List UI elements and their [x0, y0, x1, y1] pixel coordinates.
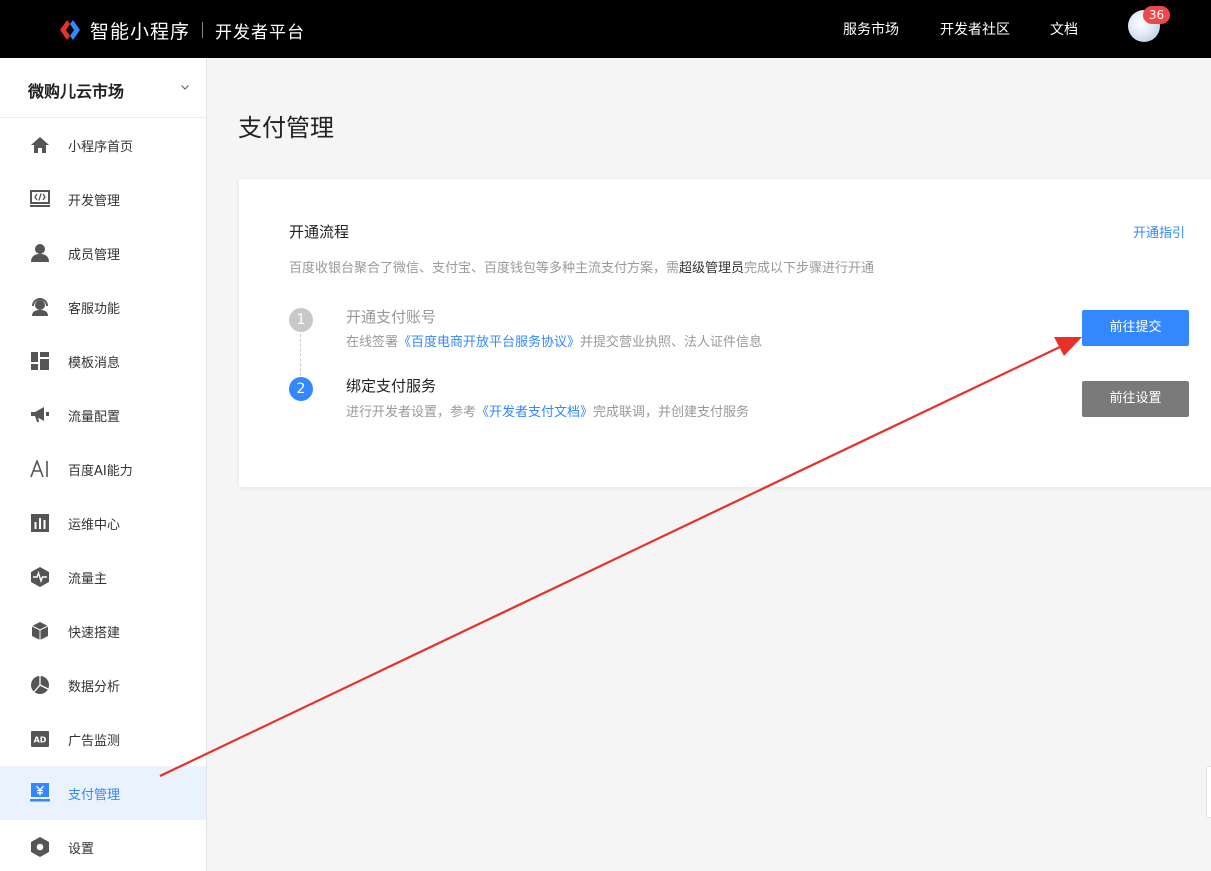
megaphone-icon [30, 405, 50, 425]
sidebar-item-label: 客服功能 [68, 302, 121, 317]
sidebar-item-baidu-ai[interactable]: 百度AI能力 [0, 442, 206, 496]
go-settings-button[interactable]: 前往设置 [1082, 381, 1189, 417]
sidebar-item-members[interactable]: 成员管理 [0, 226, 206, 280]
sidebar-item-label: 成员管理 [68, 248, 121, 263]
payment-icon [30, 783, 50, 803]
step-connector [300, 334, 301, 376]
sidebar-item-dev[interactable]: 开发管理 [0, 172, 206, 226]
ai-icon [30, 459, 50, 479]
sidebar-item-label: 数据分析 [68, 680, 121, 695]
sidebar-item-ops-center[interactable]: 运维中心 [0, 496, 206, 550]
user-icon [30, 243, 50, 263]
sidebar-item-traffic-owner[interactable]: 流量主 [0, 550, 206, 604]
page-title: 支付管理 [238, 114, 334, 142]
payment-docs-link[interactable]: 《开发者支付文档》 [476, 405, 593, 420]
cube-icon [30, 621, 50, 641]
brand-name: 智能小程序 [90, 20, 191, 43]
brand-divider [202, 22, 204, 38]
nav-developer-community[interactable]: 开发者社区 [940, 0, 1010, 58]
headset-icon [30, 297, 50, 317]
activation-guide-link[interactable]: 开通指引 [1133, 222, 1185, 241]
nav-service-market[interactable]: 服务市场 [843, 0, 899, 58]
pie-icon [30, 675, 50, 695]
floating-side-tab[interactable] [1206, 766, 1211, 818]
sidebar-item-data-analysis[interactable]: 数据分析 [0, 658, 206, 712]
sidebar-item-payment[interactable]: 支付管理 [0, 766, 206, 820]
step-2-number: 2 [289, 377, 313, 401]
go-submit-button[interactable]: 前往提交 [1082, 310, 1189, 346]
sidebar: 微购儿云市场 小程序首页 开发管理 成员管理 客服功能 模板消息 流量配置 百度… [0, 58, 207, 871]
brand-logo[interactable]: 智能小程序 开发者平台 [58, 17, 305, 43]
step-1-title: 开通支付账号 [346, 308, 437, 326]
sidebar-item-template-message[interactable]: 模板消息 [0, 334, 206, 388]
step-2-title: 绑定支付服务 [346, 377, 437, 395]
sidebar-item-label: 支付管理 [68, 788, 121, 803]
brand-subtitle: 开发者平台 [215, 22, 306, 43]
sidebar-item-quick-build[interactable]: 快速搭建 [0, 604, 206, 658]
sidebar-item-home[interactable]: 小程序首页 [0, 118, 206, 172]
app-switcher[interactable]: 微购儿云市场 [0, 58, 206, 118]
sidebar-item-ad-monitor[interactable]: AD 广告监测 [0, 712, 206, 766]
step-2-description: 进行开发者设置，参考《开发者支付文档》完成联调，并创建支付服务 [346, 405, 750, 420]
activation-process-card: 开通流程 开通指引 百度收银台聚合了微信、支付宝、百度钱包等多种主流支付方案，需… [239, 179, 1211, 487]
sidebar-item-label: 流量配置 [68, 410, 121, 425]
app-name: 微购儿云市场 [28, 82, 125, 101]
sidebar-item-label: 开发管理 [68, 194, 121, 209]
sidebar-item-label: 小程序首页 [68, 140, 134, 155]
step-1-description: 在线签署《百度电商开放平台服务协议》并提交营业执照、法人证件信息 [346, 335, 763, 350]
sidebar-item-label: 百度AI能力 [68, 464, 133, 479]
settings-icon [30, 837, 50, 857]
super-admin-text: 超级管理员 [679, 261, 745, 276]
sidebar-item-traffic-config[interactable]: 流量配置 [0, 388, 206, 442]
chevron-down-icon [181, 85, 189, 90]
sidebar-item-label: 快速搭建 [68, 626, 121, 641]
brand-logo-icon [58, 18, 82, 42]
sidebar-item-label: 广告监测 [68, 734, 121, 749]
template-icon [30, 351, 50, 371]
pulse-icon [30, 567, 50, 587]
sidebar-item-label: 模板消息 [68, 356, 121, 371]
ad-icon: AD [30, 729, 50, 749]
top-bar: 智能小程序 开发者平台 服务市场 开发者社区 文档 36 [0, 0, 1211, 58]
card-description: 百度收银台聚合了微信、支付宝、百度钱包等多种主流支付方案，需超级管理员完成以下步… [289, 261, 875, 276]
code-icon [30, 189, 50, 209]
notification-badge[interactable]: 36 [1143, 6, 1170, 24]
sidebar-item-label: 设置 [68, 842, 95, 857]
sidebar-item-customer-service[interactable]: 客服功能 [0, 280, 206, 334]
service-agreement-link[interactable]: 《百度电商开放平台服务协议》 [398, 335, 580, 350]
card-title: 开通流程 [289, 223, 350, 241]
svg-text:AD: AD [34, 736, 47, 745]
sidebar-item-label: 运维中心 [68, 518, 121, 533]
sidebar-item-settings[interactable]: 设置 [0, 820, 206, 871]
sidebar-item-label: 流量主 [68, 572, 108, 587]
chart-bars-icon [30, 513, 50, 533]
nav-docs[interactable]: 文档 [1050, 0, 1078, 58]
home-icon [30, 135, 50, 155]
step-1-number: 1 [289, 308, 313, 332]
